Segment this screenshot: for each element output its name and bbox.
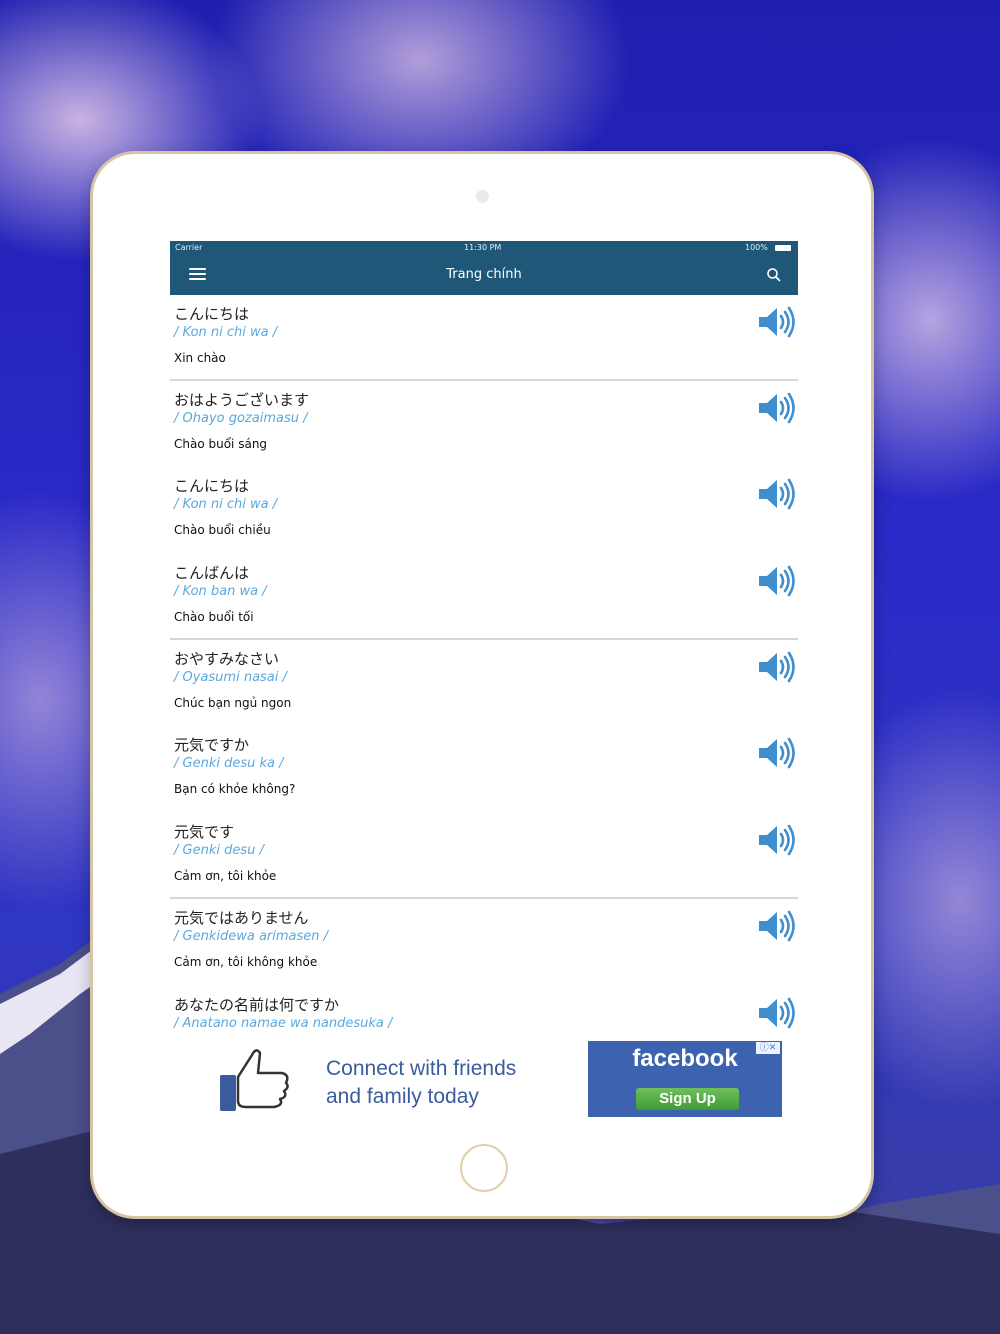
status-bar: Carrier 11:30 PM 100% [170,241,798,255]
japanese-text: こんばんは [174,564,250,583]
japanese-text: あなたの名前は何ですか [174,995,340,1014]
romaji-text: / Genki desu ka / [174,756,284,772]
meaning-text: Chúc bạn ngủ ngon [174,695,292,710]
battery-label: 100% [745,243,768,252]
page-title: Trang chính [446,267,522,282]
navigation-bar: Trang chính [170,255,798,295]
japanese-text: こんにちは [174,305,250,323]
romaji-text: / Genki desu / [174,843,264,859]
ad-facebook-panel[interactable]: ⓘ✕ facebook Sign Up [588,1041,782,1117]
romaji-text: / Kon ni chi wa / [174,497,278,513]
meaning-text: Cảm ơn, tôi không khỏe [174,954,318,969]
romaji-text: / Ohayo gozaimasu / [174,410,308,426]
romaji-text: / Oyasumi nasai / [174,669,287,685]
app-screen: Carrier 11:30 PM 100% Trang chính こんにちは … [170,241,798,1117]
meaning-text: Cảm ơn, tôi khỏe [174,869,277,884]
list-item[interactable]: 元気ではありません / Genkidewa arimasen / Cảm ơn,… [170,899,798,986]
ad-line-1: Connect with friends [326,1057,517,1080]
carrier-label: Carrier [175,243,203,252]
battery-icon [775,245,791,251]
status-time: 11:30 PM [464,243,502,252]
romaji-text: / Genkidewa arimasen / [174,928,329,944]
speaker-icon[interactable] [756,305,796,339]
list-item[interactable]: こんにちは / Kon ni chi wa / Chào buổi chiều [170,467,798,554]
search-icon[interactable] [766,267,782,283]
meaning-text: Xin chào [174,351,226,365]
phrase-list: こんにちは / Kon ni chi wa / Xin chào おはようござい… [170,295,798,1072]
list-item[interactable]: おやすみなさい / Oyasumi nasai / Chúc bạn ngủ n… [170,640,798,727]
speaker-icon[interactable] [756,996,796,1030]
tablet-frame: Carrier 11:30 PM 100% Trang chính こんにちは … [93,154,871,1216]
japanese-text: 元気です [174,823,235,842]
speaker-icon[interactable] [756,564,796,598]
speaker-icon[interactable] [756,477,796,511]
ad-line-2: and family today [326,1085,479,1108]
list-item[interactable]: 元気です / Genki desu / Cảm ơn, tôi khỏe [170,813,798,899]
ad-text: Connect with friends and family today [326,1055,516,1111]
japanese-text: おはようございます [174,390,310,409]
speaker-icon[interactable] [756,823,796,857]
speaker-icon[interactable] [756,391,796,425]
speaker-icon[interactable] [756,736,796,770]
romaji-text: / Anatano namae wa nandesuka / [174,1015,393,1031]
speaker-icon[interactable] [756,909,796,943]
speaker-icon[interactable] [756,650,796,684]
facebook-logo: facebook [632,1045,738,1072]
romaji-text: / Kon ni chi wa / [174,325,278,340]
japanese-text: こんにちは [174,477,250,496]
romaji-text: / Kon ban wa / [174,584,267,600]
meaning-text: Bạn có khỏe không? [174,782,296,797]
ad-banner[interactable]: Connect with friends and family today ⓘ✕… [170,1041,798,1117]
japanese-text: 元気ではありません [174,908,309,927]
japanese-text: 元気ですか [174,736,250,755]
front-camera [476,190,489,203]
sign-up-button[interactable]: Sign Up [636,1088,739,1110]
list-item[interactable]: こんにちは / Kon ni chi wa / Xin chào [170,295,798,381]
meaning-text: Chào buổi tối [174,610,254,625]
list-item[interactable]: 元気ですか / Genki desu ka / Bạn có khỏe khôn… [170,726,798,813]
list-item[interactable]: こんばんは / Kon ban wa / Chào buổi tối [170,554,798,640]
home-button[interactable] [460,1144,508,1192]
meaning-text: Chào buổi sáng [174,436,268,451]
meaning-text: Chào buổi chiều [174,523,271,538]
list-item[interactable]: おはようございます / Ohayo gozaimasu / Chào buổi … [170,381,798,468]
thumbs-up-icon [220,1049,289,1111]
japanese-text: おやすみなさい [174,649,280,668]
